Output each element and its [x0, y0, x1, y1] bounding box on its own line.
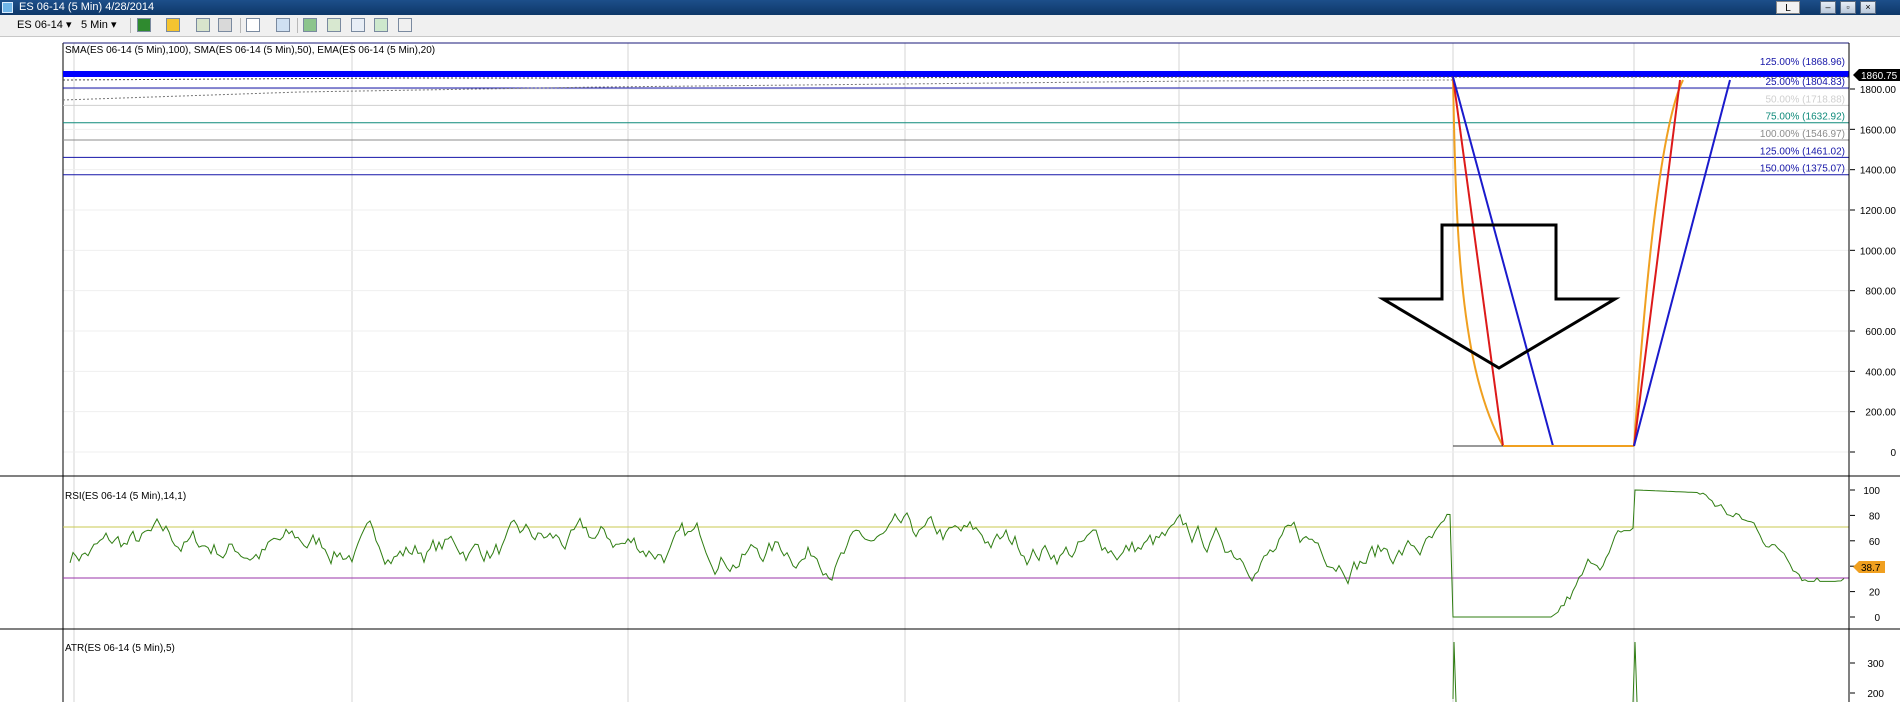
interval-selector[interactable]: 5 Min ▾ — [81, 18, 117, 33]
minimize-icon[interactable]: – — [1820, 1, 1836, 14]
fib-level-label: 50.00% (1718.88) — [1765, 94, 1845, 105]
toolbar-separator — [240, 18, 241, 33]
fib-level-label: 150.00% (1375.07) — [1760, 164, 1845, 175]
y-tick-label: 1000.00 — [1860, 246, 1897, 257]
zoom-icon[interactable] — [276, 18, 290, 32]
rsi-y-tick-label: 80 — [1869, 511, 1881, 522]
marker-icon[interactable] — [196, 18, 210, 32]
chevron-down-icon: ▾ — [110, 19, 117, 31]
properties-icon[interactable] — [374, 18, 388, 32]
restore-icon[interactable]: ▫ — [1840, 1, 1856, 14]
rsi-y-tick-label: 60 — [1869, 537, 1881, 548]
bar-style-icon[interactable] — [137, 18, 151, 32]
chart-background — [0, 37, 1900, 702]
y-tick-label: 1800.00 — [1860, 85, 1897, 96]
drawing-pencil-icon[interactable] — [166, 18, 180, 32]
y-tick-label: 400.00 — [1865, 367, 1896, 378]
eraser-icon[interactable] — [218, 18, 232, 32]
current-price-value: 1860.75 — [1861, 71, 1898, 82]
current-price-marker: 1860.75 — [1853, 69, 1900, 82]
instrument-selector[interactable]: ES 06-14 ▾ — [17, 18, 71, 33]
window-badge-button[interactable]: L — [1776, 1, 1800, 14]
fib-level-label: 25.00% (1804.83) — [1765, 77, 1845, 88]
chevron-down-icon: ▾ — [65, 19, 72, 31]
y-tick-label: 200.00 — [1865, 408, 1896, 419]
atr-indicator-label: ATR(ES 06-14 (5 Min),5) — [65, 643, 175, 654]
cursor-icon[interactable] — [246, 18, 260, 32]
rsi-indicator-label: RSI(ES 06-14 (5 Min),14,1) — [65, 491, 186, 502]
strategy-icon[interactable] — [327, 18, 341, 32]
price-band-fill — [63, 71, 1849, 77]
y-tick-label: 1600.00 — [1860, 125, 1897, 136]
rsi-y-tick-label: 20 — [1869, 588, 1881, 599]
close-icon[interactable]: × — [1860, 1, 1876, 14]
instrument-label: ES 06-14 — [17, 19, 63, 31]
fib-level-label: 125.00% (1461.02) — [1760, 146, 1845, 157]
fib-level-label: 125.00% (1868.96) — [1760, 57, 1845, 68]
rsi-current-value: 38.7 — [1861, 563, 1881, 574]
atr-y-tick-label: 300 — [1867, 659, 1884, 670]
chart-toolbar: ES 06-14 ▾ 5 Min ▾ — [0, 15, 1900, 37]
toolbar-separator — [130, 18, 131, 33]
y-tick-label: 0 — [1890, 448, 1896, 459]
indicators-icon[interactable] — [303, 18, 317, 32]
window-titlebar: ES 06-14 (5 Min) 4/28/2014 L – ▫ × — [0, 0, 1900, 15]
toolbar-separator — [297, 18, 298, 33]
fib-level-label: 100.00% (1546.97) — [1760, 129, 1845, 140]
rsi-y-tick-label: 100 — [1863, 486, 1880, 497]
data-series-icon[interactable] — [351, 18, 365, 32]
y-tick-label: 1400.00 — [1860, 166, 1897, 177]
fib-level-label: 75.00% (1632.92) — [1765, 112, 1845, 123]
price-indicator-label: SMA(ES 06-14 (5 Min),100), SMA(ES 06-14 … — [65, 45, 435, 56]
y-tick-label: 800.00 — [1865, 287, 1896, 298]
atr-y-tick-label: 200 — [1867, 689, 1884, 700]
data-box-icon[interactable] — [398, 18, 412, 32]
window-title: ES 06-14 (5 Min) 4/28/2014 — [19, 1, 155, 13]
y-tick-label: 600.00 — [1865, 327, 1896, 338]
rsi-y-tick-label: 0 — [1874, 613, 1880, 624]
interval-label: 5 Min — [81, 19, 108, 31]
y-tick-label: 1200.00 — [1860, 206, 1897, 217]
app-icon — [2, 2, 13, 13]
chart-area[interactable]: SMA(ES 06-14 (5 Min),100), SMA(ES 06-14 … — [0, 37, 1900, 702]
